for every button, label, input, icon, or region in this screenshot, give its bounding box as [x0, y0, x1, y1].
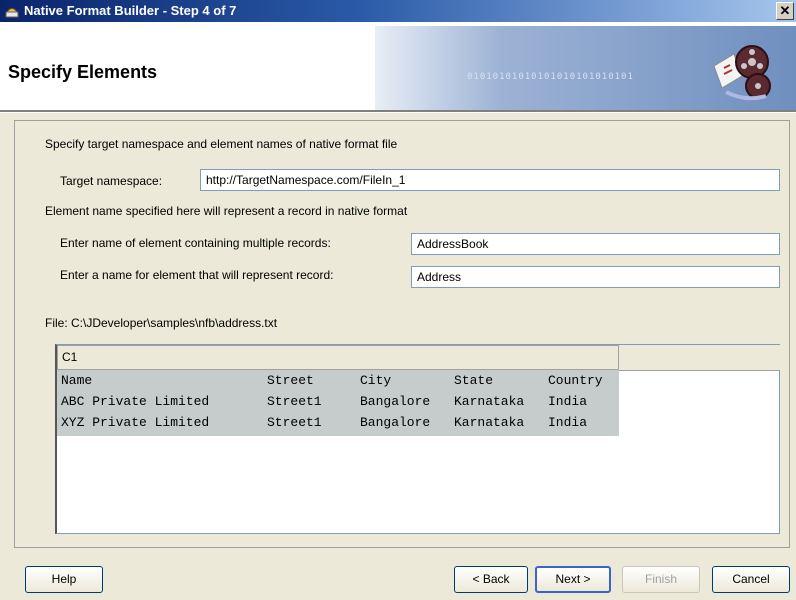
banner-binary-text: 01010101010101010101010101: [467, 72, 634, 82]
table-row[interactable]: ABC Private Limited Street1 Bangalore Ka…: [61, 394, 587, 414]
header-divider: [0, 110, 796, 113]
table-cell: Street1: [267, 394, 322, 409]
cancel-button[interactable]: Cancel: [712, 566, 790, 593]
table-row[interactable]: XYZ Private Limited Street1 Bangalore Ka…: [61, 415, 587, 435]
table-cell: ABC Private Limited: [61, 394, 210, 409]
next-button[interactable]: Next >: [535, 566, 611, 593]
table-cell: India: [548, 394, 588, 409]
namespace-field[interactable]: http://TargetNamespace.com/FileIn_1: [200, 169, 780, 191]
namespace-label: Target namespace:: [60, 174, 163, 188]
table-cell: Street: [267, 373, 314, 388]
table-cell: State: [454, 373, 494, 388]
table-cell: India: [548, 415, 588, 430]
table-cell: Name: [61, 373, 93, 388]
table-cell: Karnataka: [454, 394, 525, 409]
file-preview-table[interactable]: C1 Name Street City State Country ABC Pr…: [55, 344, 780, 534]
column-header-filler: [619, 345, 780, 371]
table-cell: City: [360, 373, 392, 388]
wizard-header: Specify Elements 01010101010101010101010…: [0, 22, 796, 110]
back-button[interactable]: < Back: [454, 566, 528, 593]
window-title: Native Format Builder - Step 4 of 7: [24, 3, 237, 18]
multi-records-label: Enter name of element containing multipl…: [60, 236, 331, 250]
table-row[interactable]: Name Street City State Country: [61, 373, 603, 393]
header-banner: 01010101010101010101010101: [375, 26, 796, 110]
app-icon: [5, 8, 19, 18]
file-path-label: File: C:\JDeveloper\samples\nfb\address.…: [45, 316, 278, 330]
table-cell: Karnataka: [454, 415, 525, 430]
table-cell: XYZ Private Limited: [61, 415, 210, 430]
table-cell: Country: [548, 373, 603, 388]
table-cell: Bangalore: [360, 394, 431, 409]
title-bar: Native Format Builder - Step 4 of 7 ✕: [0, 0, 796, 22]
record-element-label: Enter a name for element that will repre…: [60, 268, 334, 282]
table-cell: Bangalore: [360, 415, 431, 430]
page-title: Specify Elements: [8, 62, 158, 82]
help-button[interactable]: Help: [25, 566, 103, 593]
table-data-area: Name Street City State Country ABC Priva…: [57, 370, 619, 436]
element-note-text: Element name specified here will represe…: [45, 204, 408, 218]
record-element-field[interactable]: Address: [411, 266, 780, 288]
multi-records-field[interactable]: AddressBook: [411, 233, 780, 255]
column-header-c1[interactable]: C1: [57, 345, 619, 370]
close-icon[interactable]: ✕: [776, 2, 794, 20]
finish-button[interactable]: Finish: [622, 566, 700, 593]
table-cell: Street1: [267, 415, 322, 430]
intro-text: Specify target namespace and element nam…: [45, 137, 398, 151]
film-reel-logo-icon: [713, 45, 771, 101]
